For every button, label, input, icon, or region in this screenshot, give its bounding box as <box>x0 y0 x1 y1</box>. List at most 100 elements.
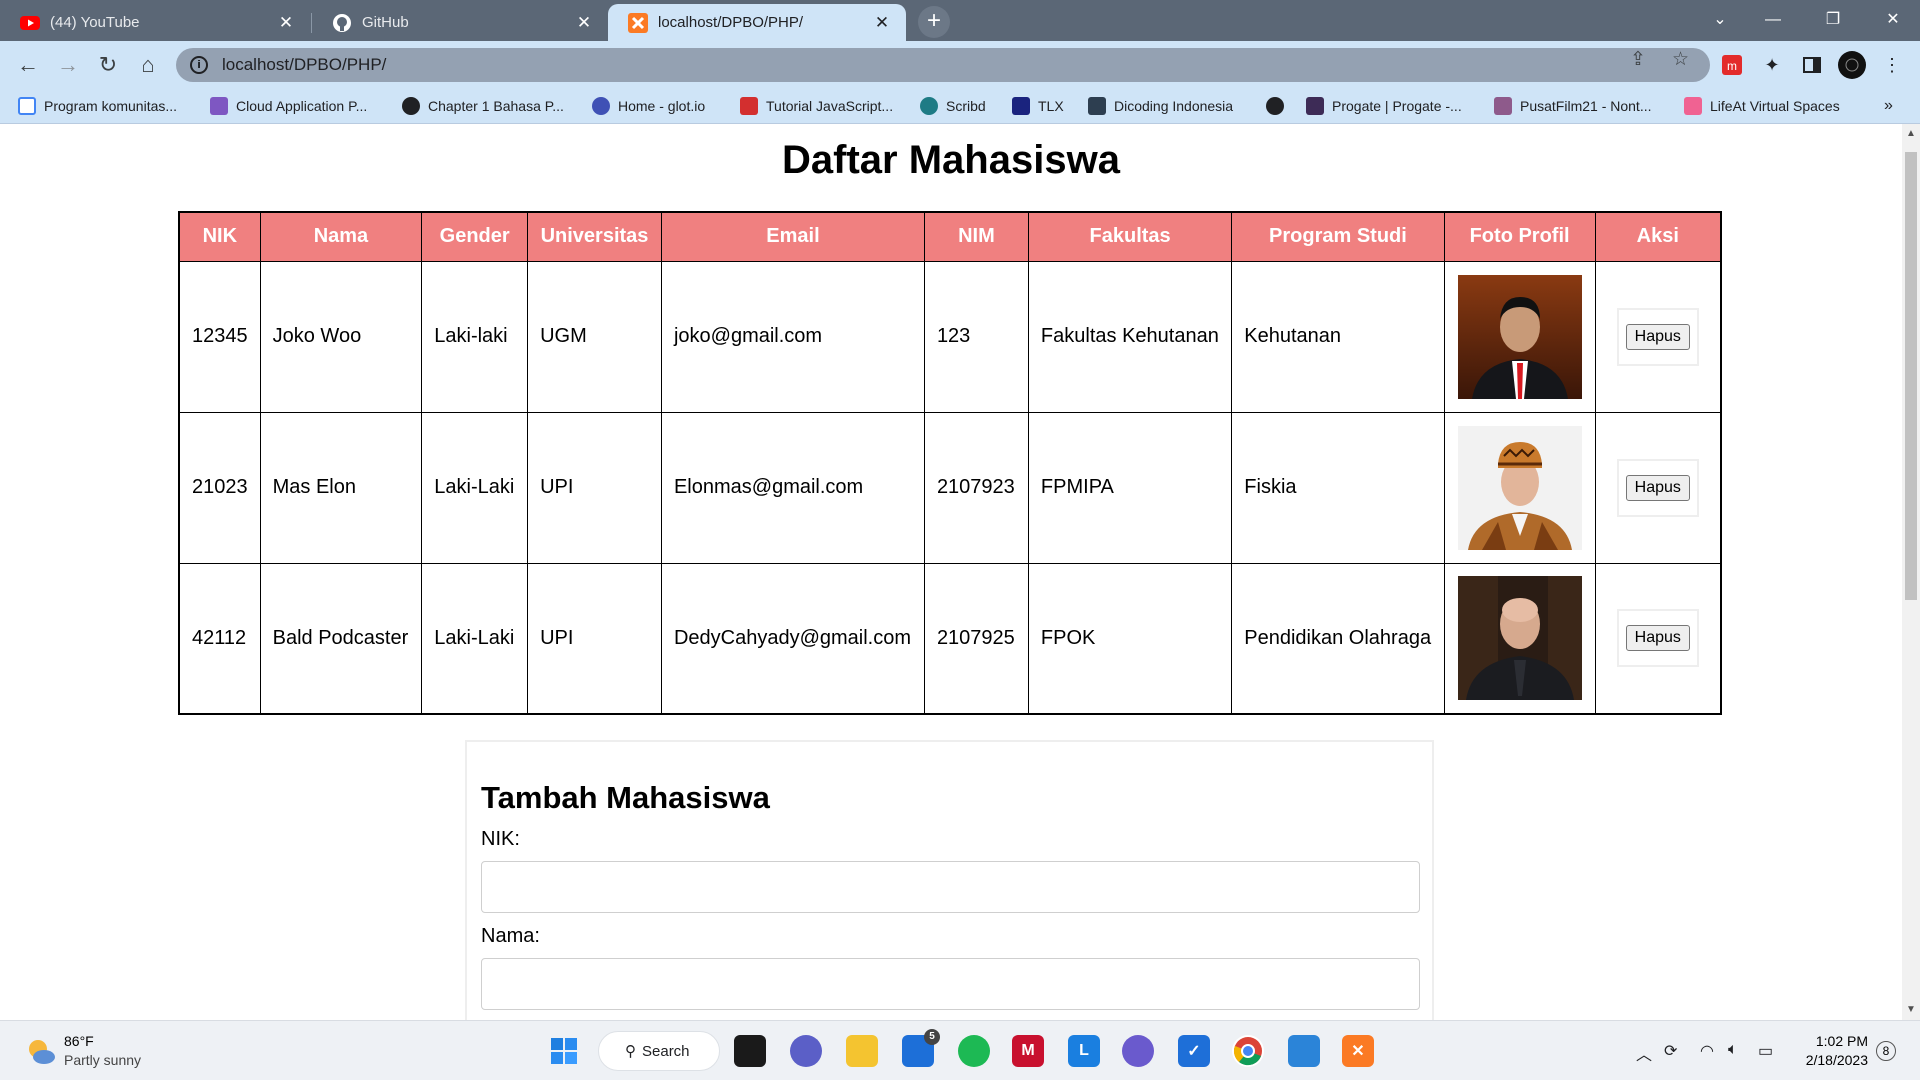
l-app-icon[interactable]: L <box>1068 1035 1100 1067</box>
xampp-taskbar-icon[interactable]: ✕ <box>1342 1035 1374 1067</box>
tray-chevron-up-icon[interactable]: ︿ <box>1636 1041 1652 1065</box>
weather-temp: 86°F <box>64 1033 94 1049</box>
tab-strip: (44) YouTube ✕ GitHub ✕ localhost/DPBO/P… <box>0 0 1920 41</box>
close-tab-icon[interactable]: ✕ <box>872 13 892 33</box>
bookmark-item[interactable]: Scribd <box>920 96 986 116</box>
bookmark-item[interactable]: Chapter 1 Bahasa P... <box>402 96 564 116</box>
forward-arrow-icon[interactable]: → <box>52 49 84 81</box>
clock-time[interactable]: 1:02 PM <box>1796 1033 1868 1049</box>
back-arrow-icon[interactable]: ← <box>12 49 44 81</box>
page-viewport: Daftar Mahasiswa NIK Nama Gender Univers… <box>0 124 1902 1020</box>
site-info-icon[interactable]: i <box>190 56 208 74</box>
page-scrollbar[interactable]: ▲ ▼ <box>1902 124 1920 1020</box>
mail-icon[interactable]: 5 <box>902 1029 940 1067</box>
profile-avatar[interactable] <box>1838 51 1866 79</box>
notification-badge[interactable]: 8 <box>1876 1041 1896 1061</box>
volume-icon[interactable]: 🔈︎ <box>1728 1041 1738 1059</box>
extensions-puzzle-icon[interactable]: ✦ <box>1758 51 1786 79</box>
nik-input[interactable] <box>481 861 1420 913</box>
bookmark-item[interactable]: Dicoding Indonesia <box>1088 96 1233 116</box>
copilot-icon[interactable] <box>1122 1035 1154 1067</box>
restore-icon[interactable]: ❐ <box>1808 0 1858 41</box>
cell-gender: Laki-laki <box>421 260 529 413</box>
profile-photo <box>1457 274 1582 399</box>
spotify-icon[interactable] <box>958 1035 990 1067</box>
search-label: Search <box>642 1042 690 1060</box>
cell-email: joko@gmail.com <box>660 260 925 413</box>
todo-icon[interactable]: ✓ <box>1178 1035 1210 1067</box>
new-tab-button[interactable]: + <box>918 6 950 38</box>
tab-youtube[interactable]: (44) YouTube ✕ <box>0 4 310 41</box>
bookmark-favicon-icon <box>592 97 610 115</box>
column-header-program-studi: Program Studi <box>1231 211 1445 262</box>
address-bar[interactable]: i localhost/DPBO/PHP/ <box>176 48 1710 82</box>
scroll-down-arrow-icon[interactable]: ▼ <box>1902 1004 1920 1015</box>
bookmark-item[interactable]: Cloud Application P... <box>210 96 367 116</box>
column-header-nama: Nama <box>259 211 423 262</box>
close-tab-icon[interactable]: ✕ <box>574 13 594 33</box>
weather-partly-sunny-icon <box>29 1040 55 1064</box>
cell-foto-profil <box>1443 260 1596 413</box>
nama-input[interactable] <box>481 958 1420 1010</box>
column-header-email: Email <box>660 211 925 262</box>
home-icon[interactable]: ⌂ <box>132 49 164 81</box>
mail-badge: 5 <box>924 1029 940 1045</box>
column-header-universitas: Universitas <box>527 211 662 262</box>
hapus-button[interactable]: Hapus <box>1625 625 1690 652</box>
tab-github[interactable]: GitHub ✕ <box>312 4 608 41</box>
tab-search-chevron-icon[interactable]: ⌄ <box>1695 0 1745 41</box>
hapus-button[interactable]: Hapus <box>1625 323 1690 350</box>
hapus-button[interactable]: Hapus <box>1625 474 1690 501</box>
add-student-form: Tambah Mahasiswa NIK: Nama: <box>465 740 1434 1020</box>
scrollbar-thumb[interactable] <box>1905 152 1917 600</box>
delete-form: Hapus <box>1616 458 1699 517</box>
bookmark-item[interactable]: PusatFilm21 - Nont... <box>1494 96 1652 116</box>
tab-title: (44) YouTube <box>50 14 140 31</box>
cell-nama: Joko Woo <box>259 260 423 413</box>
bookmark-favicon-icon <box>402 97 420 115</box>
bookmark-item[interactable]: TLX <box>1012 96 1064 116</box>
search-icon: ⚲ <box>625 1043 636 1060</box>
tab-title: localhost/DPBO/PHP/ <box>658 14 804 31</box>
column-header-nim: NIM <box>923 211 1029 262</box>
more-bookmarks-chevron-icon[interactable]: » <box>1884 96 1893 116</box>
bookmark-favicon-icon <box>1306 97 1324 115</box>
bookmark-item[interactable] <box>1266 96 1292 116</box>
github-icon <box>332 13 352 33</box>
share-icon[interactable]: ⇪ <box>1630 48 1646 71</box>
teams-chat-icon[interactable] <box>790 1035 822 1067</box>
weather-widget[interactable] <box>26 1037 56 1070</box>
reload-icon[interactable]: ↻ <box>92 49 124 81</box>
clock-date[interactable]: 2/18/2023 <box>1790 1052 1868 1068</box>
side-panel-icon[interactable] <box>1798 51 1826 79</box>
chrome-icon[interactable] <box>1232 1035 1264 1067</box>
scroll-up-arrow-icon[interactable]: ▲ <box>1902 128 1920 139</box>
extension-red-icon[interactable]: m <box>1718 51 1746 79</box>
bookmark-star-icon[interactable]: ☆ <box>1672 48 1689 71</box>
bookmark-item[interactable]: Program komunitas... <box>18 96 177 116</box>
sync-icon[interactable]: ⟳ <box>1664 1041 1677 1061</box>
minimize-icon[interactable]: — <box>1748 0 1798 41</box>
mcafee-icon[interactable]: M <box>1012 1035 1044 1067</box>
windows-start-icon[interactable] <box>548 1035 580 1067</box>
bookmark-item[interactable]: Tutorial JavaScript... <box>740 96 893 116</box>
bookmark-item[interactable]: Home - glot.io <box>592 96 705 116</box>
taskbar-search[interactable]: ⚲ Search <box>598 1031 720 1071</box>
nama-label: Nama: <box>481 925 540 947</box>
file-explorer-icon[interactable] <box>846 1035 878 1067</box>
wifi-icon[interactable]: ◠ <box>1700 1041 1714 1061</box>
close-window-icon[interactable]: ✕ <box>1868 0 1918 41</box>
menu-kebab-icon[interactable]: ⋮ <box>1878 51 1906 79</box>
cell-nik: 12345 <box>178 260 261 413</box>
weather-desc: Partly sunny <box>64 1052 142 1068</box>
close-tab-icon[interactable]: ✕ <box>276 13 296 33</box>
notepad-icon[interactable] <box>1288 1035 1320 1067</box>
cell-email: Elonmas@gmail.com <box>660 411 925 564</box>
bookmark-item[interactable]: LifeAt Virtual Spaces <box>1684 96 1840 116</box>
tab-localhost[interactable]: localhost/DPBO/PHP/ ✕ <box>608 4 906 41</box>
bookmark-item[interactable]: Progate | Progate -... <box>1306 96 1462 116</box>
cell-nama: Bald Podcaster <box>259 562 423 715</box>
battery-icon[interactable]: ▭ <box>1758 1041 1773 1061</box>
bookmark-favicon-icon <box>920 97 938 115</box>
task-view-icon[interactable] <box>734 1035 766 1067</box>
